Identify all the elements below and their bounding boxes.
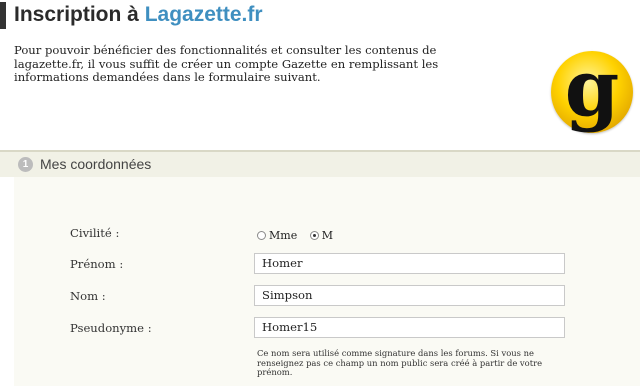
pseudonyme-field[interactable]: Homer15 [254,317,565,338]
radio-m[interactable] [309,231,319,240]
prenom-field[interactable]: Homer [254,253,565,274]
page-header: Inscription à Lagazette.fr [0,0,640,34]
section-number-badge: 1 [18,157,33,172]
pseudonyme-hint: Ce nom sera utilisé comme signature dans… [257,348,543,378]
page-title-prefix: Inscription à [14,3,145,26]
page-title-brand: Lagazette.fr [144,3,263,26]
radio-mme[interactable] [257,231,266,240]
logo-letter: g [564,43,620,134]
section-title: Mes coordonnées [40,156,152,172]
intro-text: Pour pouvoir bénéficier des fonctionnali… [14,43,439,84]
pseudonyme-label: Pseudonyme : [70,321,152,335]
gazette-logo-icon: g [551,43,633,134]
radio-m-label[interactable]: M [322,229,333,243]
prenom-label: Prénom : [70,257,124,271]
page-title: Inscription à Lagazette.fr [14,1,263,29]
nom-field[interactable]: Simpson [254,285,565,306]
civilite-label: Civilité : [70,226,120,240]
radio-mme-label[interactable]: Mme [269,229,297,243]
nom-label: Nom : [70,289,106,303]
title-accent-bar [0,2,6,29]
civilite-radio-group: Mme M [257,229,342,243]
section-header: 1 Mes coordonnées [0,150,640,177]
